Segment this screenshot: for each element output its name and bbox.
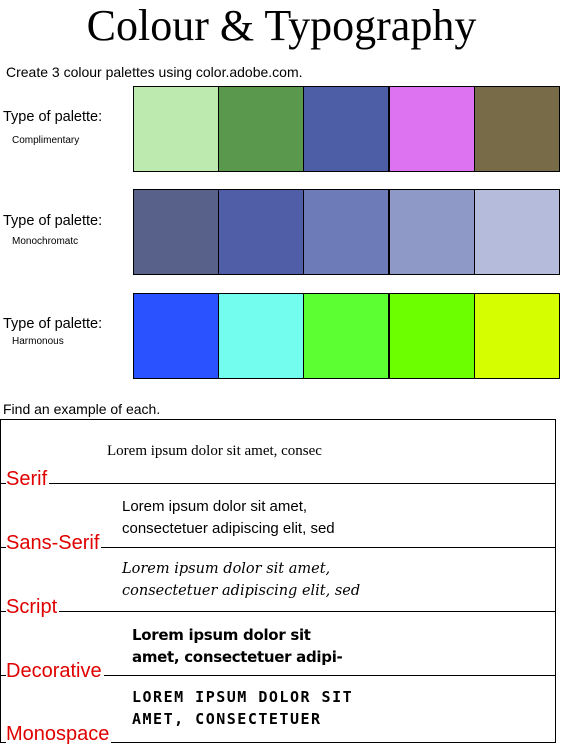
sans-serif-sample-line-1: Lorem ipsum dolor sit amet, [122, 498, 308, 515]
palette-2-swatches [133, 189, 562, 275]
palette-2-swatch-2 [218, 189, 304, 275]
palette-2-type: Monochromatc [12, 236, 79, 247]
palette-1-swatches [133, 86, 562, 172]
palette-3-type: Harmonous [12, 336, 64, 347]
find-example-label: Find an example of each. [3, 401, 161, 417]
palette-2-label: Type of palette: [3, 213, 103, 229]
script-sample: Lorem ipsum dolor sit amet, consectetuer… [122, 558, 360, 602]
table-row-decorative: Lorem ipsum dolor sit amet, consectetuer… [1, 612, 555, 683]
palette-2-swatch-1 [133, 189, 219, 275]
palette-1-swatch-4 [389, 86, 475, 172]
palette-3-swatch-5 [474, 293, 560, 379]
palette-1-swatch-5 [474, 86, 560, 172]
page-title: Colour & Typography [86, 1, 477, 50]
monospace-sample-line-2: AMET, CONSECTETUER [132, 710, 322, 728]
monospace-sample-line-1: LOREM IPSUM DOLOR SIT [132, 688, 354, 706]
decorative-sample-line-2: amet, consectetuer adipi- [132, 648, 343, 666]
palette-3-swatch-4 [389, 293, 475, 379]
monospace-sample: LOREM IPSUM DOLOR SIT AMET, CONSECTETUER [132, 686, 353, 730]
script-sample-line-1: Lorem ipsum dolor sit amet, [122, 561, 331, 577]
decorative-sample-line-1: Lorem ipsum dolor sit [132, 626, 311, 644]
palette-1-swatch-2 [218, 86, 304, 172]
palette-3-swatch-3 [303, 293, 389, 379]
palette-1-swatch-3 [303, 86, 389, 172]
instruction-text: Create 3 colour palettes using color.ado… [6, 64, 303, 80]
palette-1-label: Type of palette: [3, 109, 103, 125]
palette-3-swatches [133, 293, 562, 379]
table-row-sans-serif: Lorem ipsum dolor sit amet, consectetuer… [1, 484, 555, 555]
monospace-label: Monospace [6, 722, 112, 746]
sans-serif-sample: Lorem ipsum dolor sit amet, consectetuer… [122, 496, 335, 540]
palette-1-type: Complimentary [12, 135, 80, 146]
palette-3-swatch-1 [133, 293, 219, 379]
palette-3-label: Type of palette: [3, 316, 103, 332]
table-row-monospace: LOREM IPSUM DOLOR SIT AMET, CONSECTETUER… [1, 676, 555, 746]
table-row-script: Lorem ipsum dolor sit amet, consectetuer… [1, 548, 555, 619]
palette-2-swatch-4 [389, 189, 475, 275]
palette-3-swatch-2 [218, 293, 304, 379]
sans-serif-sample-line-2: consectetuer adipiscing elit, sed [122, 520, 335, 537]
palette-1-swatch-1 [133, 86, 219, 172]
serif-sample: Lorem ipsum dolor sit amet, consec [107, 440, 322, 462]
font-examples-table: Lorem ipsum dolor sit amet, consec Serif… [0, 419, 556, 746]
decorative-sample: Lorem ipsum dolor sit amet, consectetuer… [132, 624, 343, 668]
palette-2-swatch-5 [474, 189, 560, 275]
serif-sample-line-1: Lorem ipsum dolor sit amet, consec [107, 443, 322, 459]
table-row-serif: Lorem ipsum dolor sit amet, consec Serif [1, 420, 555, 491]
palette-2-swatch-3 [303, 189, 389, 275]
script-sample-line-2: consectetuer adipiscing elit, sed [122, 583, 361, 599]
